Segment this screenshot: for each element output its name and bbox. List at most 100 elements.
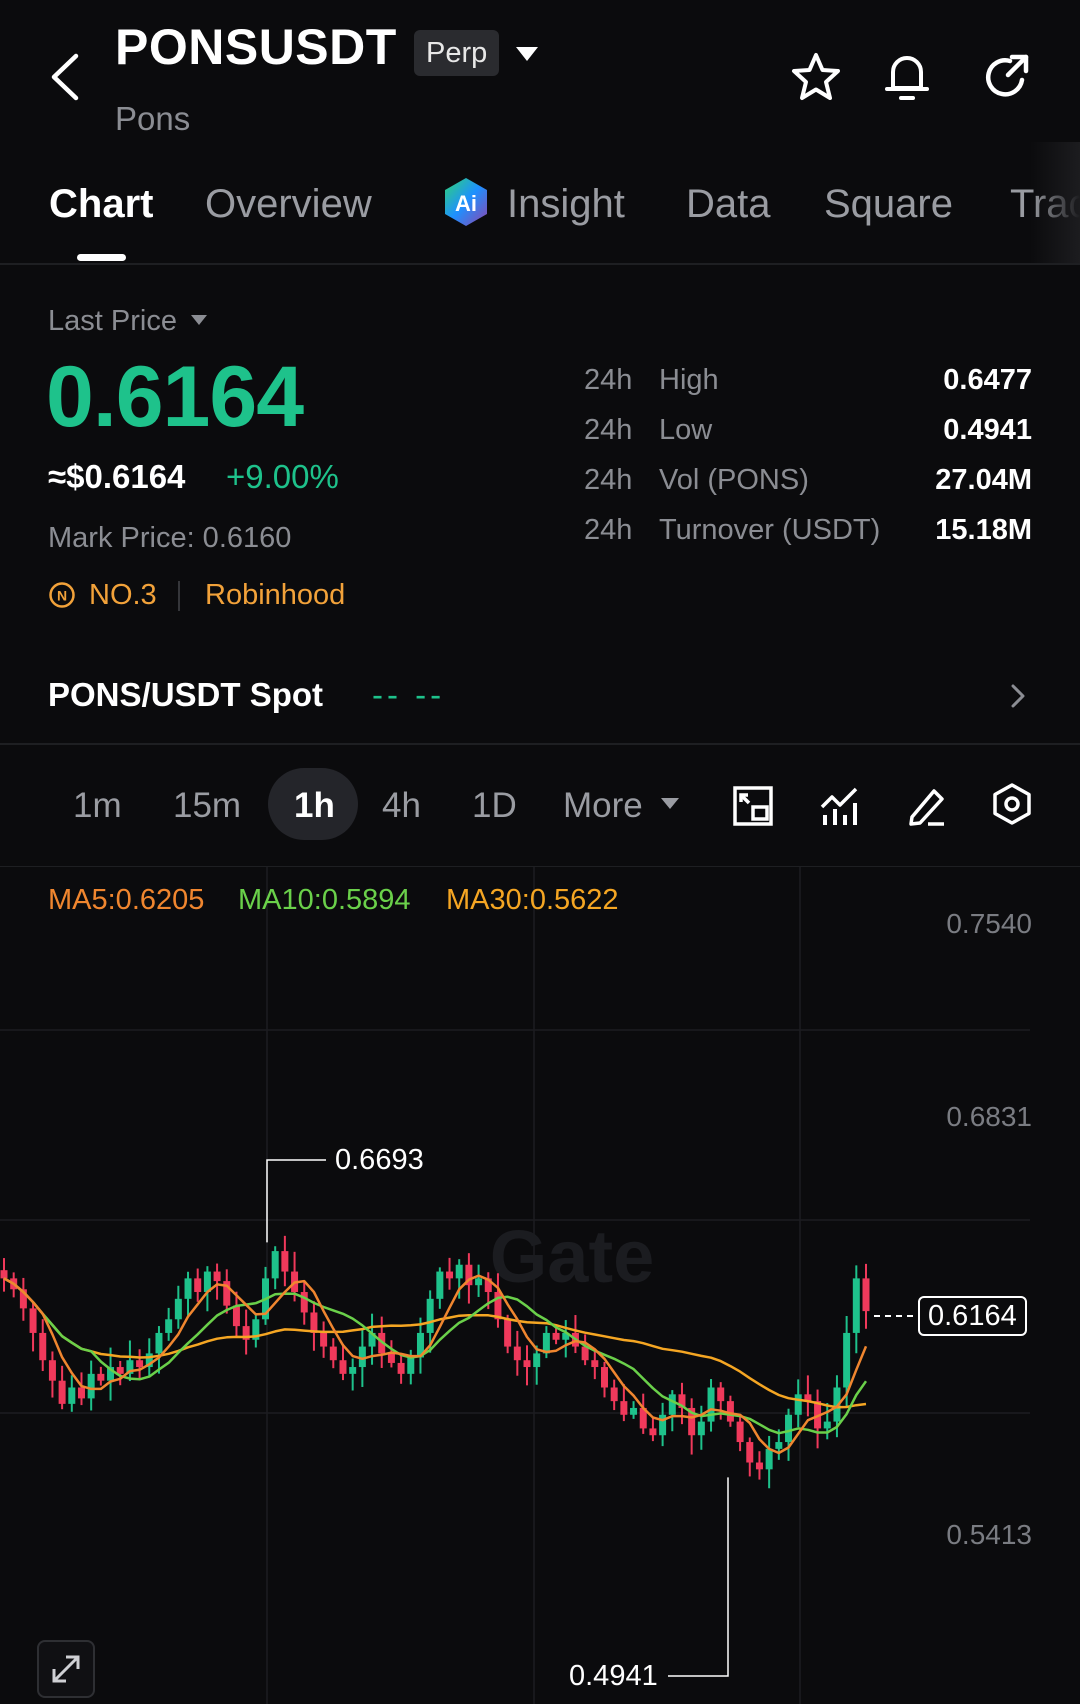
share-refresh-icon[interactable] xyxy=(982,52,1032,102)
fullscreen-chart-icon[interactable] xyxy=(732,785,774,827)
candle-down xyxy=(726,1401,734,1422)
y-axis-label: 0.7540 xyxy=(946,908,1032,939)
price-change-percent: +9.00% xyxy=(226,458,339,495)
candle-up xyxy=(785,1414,793,1443)
stat-label-low: Low xyxy=(659,414,713,446)
candle-down xyxy=(77,1387,85,1399)
contract-type-badge[interactable]: Perp xyxy=(414,30,500,76)
current-price-tag: 0.6164 xyxy=(918,1296,1027,1336)
candle-up xyxy=(668,1394,676,1415)
stat-period: 24h xyxy=(584,514,633,546)
candle-down xyxy=(755,1462,763,1470)
tabs-scroll-fade xyxy=(1030,142,1080,264)
tab-insight[interactable]: Insight xyxy=(507,182,625,227)
rank-badge-icon: N xyxy=(49,582,75,608)
interval-1h[interactable]: 1h xyxy=(294,786,335,826)
stat-value-high: 0.6477 xyxy=(943,364,1032,396)
candle-down xyxy=(862,1278,870,1312)
caret-down-icon[interactable] xyxy=(515,46,539,62)
candles xyxy=(0,1235,870,1489)
tab-overview[interactable]: Overview xyxy=(205,182,372,227)
candle-up xyxy=(533,1353,541,1368)
svg-text:N: N xyxy=(57,588,67,604)
interval-15m[interactable]: 15m xyxy=(173,786,241,826)
indicators-icon[interactable] xyxy=(819,785,861,827)
candle-down xyxy=(504,1319,512,1347)
candle-up xyxy=(155,1332,163,1354)
interval-4h[interactable]: 4h xyxy=(382,786,421,826)
candle-down xyxy=(136,1360,144,1368)
candle-up xyxy=(765,1448,773,1470)
candle-down xyxy=(48,1360,56,1381)
last-price-label[interactable]: Last Price xyxy=(48,305,177,338)
candle-down xyxy=(300,1292,308,1313)
caret-down-icon[interactable] xyxy=(190,314,208,326)
usd-price: ≈$0.6164 xyxy=(48,458,186,495)
candle-down xyxy=(746,1442,754,1463)
candle-up xyxy=(407,1357,415,1374)
candle-up xyxy=(68,1387,76,1404)
low-marker-label: 0.4941 xyxy=(569,1660,658,1692)
favorite-star-icon[interactable] xyxy=(790,52,842,102)
candle-down xyxy=(339,1360,347,1374)
candle-down xyxy=(620,1401,628,1415)
interval-1m[interactable]: 1m xyxy=(73,786,122,826)
stat-label-turnover: Turnover (USDT) xyxy=(659,514,881,546)
candle-down xyxy=(232,1305,240,1327)
stat-period: 24h xyxy=(584,464,633,496)
candle-up xyxy=(87,1373,95,1399)
candle-up xyxy=(475,1278,483,1286)
candle-down xyxy=(610,1387,618,1402)
candle-down xyxy=(29,1308,37,1333)
tab-square[interactable]: Square xyxy=(824,182,953,227)
ma30-value: MA30:0.5622 xyxy=(446,884,619,916)
spot-price-placeholder: -- -- xyxy=(372,676,446,713)
candle-up xyxy=(436,1271,444,1299)
rank-badge[interactable]: NO.3 xyxy=(89,579,157,612)
spot-pair-link[interactable]: PONS/USDT Spot xyxy=(48,676,323,714)
symbol-title[interactable]: PONSUSDT xyxy=(115,18,397,76)
candle-up xyxy=(823,1421,831,1429)
candle-up xyxy=(794,1394,802,1415)
candle-up xyxy=(349,1367,357,1374)
candle-up xyxy=(358,1346,366,1368)
active-tab-indicator xyxy=(77,254,126,261)
candle-down xyxy=(387,1353,395,1363)
ma10-value: MA10:0.5894 xyxy=(238,884,411,916)
interval-1d[interactable]: 1D xyxy=(472,786,517,826)
candle-up xyxy=(165,1319,173,1333)
candle-up xyxy=(271,1251,279,1279)
candlestick-chart[interactable]: Gate xyxy=(0,867,1080,1704)
asset-name: Pons xyxy=(115,100,191,137)
y-axis-label: 0.5413 xyxy=(946,1519,1032,1550)
settings-hexagon-icon[interactable] xyxy=(992,782,1032,826)
expand-chart-button[interactable] xyxy=(37,1640,95,1698)
tab-chart[interactable]: Chart xyxy=(49,182,153,227)
caret-down-icon[interactable] xyxy=(660,797,680,810)
stat-label-high: High xyxy=(659,364,719,396)
candle-up xyxy=(852,1278,860,1333)
category-tag[interactable]: Robinhood xyxy=(205,579,345,612)
candle-down xyxy=(600,1367,608,1388)
candle-up xyxy=(843,1332,851,1388)
candle-down xyxy=(194,1278,202,1293)
back-icon[interactable] xyxy=(46,52,86,102)
candle-down xyxy=(552,1332,560,1340)
candle-down xyxy=(581,1346,589,1361)
candle-down xyxy=(0,1270,8,1279)
candle-up xyxy=(426,1298,434,1333)
mark-price: Mark Price: 0.6160 xyxy=(48,522,292,554)
high-marker-label: 0.6693 xyxy=(335,1144,424,1176)
tab-data[interactable]: Data xyxy=(686,182,771,227)
interval-more[interactable]: More xyxy=(563,786,643,826)
alert-bell-icon[interactable] xyxy=(884,50,930,102)
draw-pencil-icon[interactable] xyxy=(906,783,948,827)
candle-down xyxy=(213,1271,221,1282)
candle-up xyxy=(184,1278,192,1299)
chevron-right-icon[interactable] xyxy=(1010,683,1026,709)
candle-up xyxy=(707,1387,715,1422)
stat-period: 24h xyxy=(584,414,633,446)
candle-down xyxy=(736,1421,744,1443)
candle-down xyxy=(97,1373,105,1381)
divider xyxy=(0,263,1080,265)
